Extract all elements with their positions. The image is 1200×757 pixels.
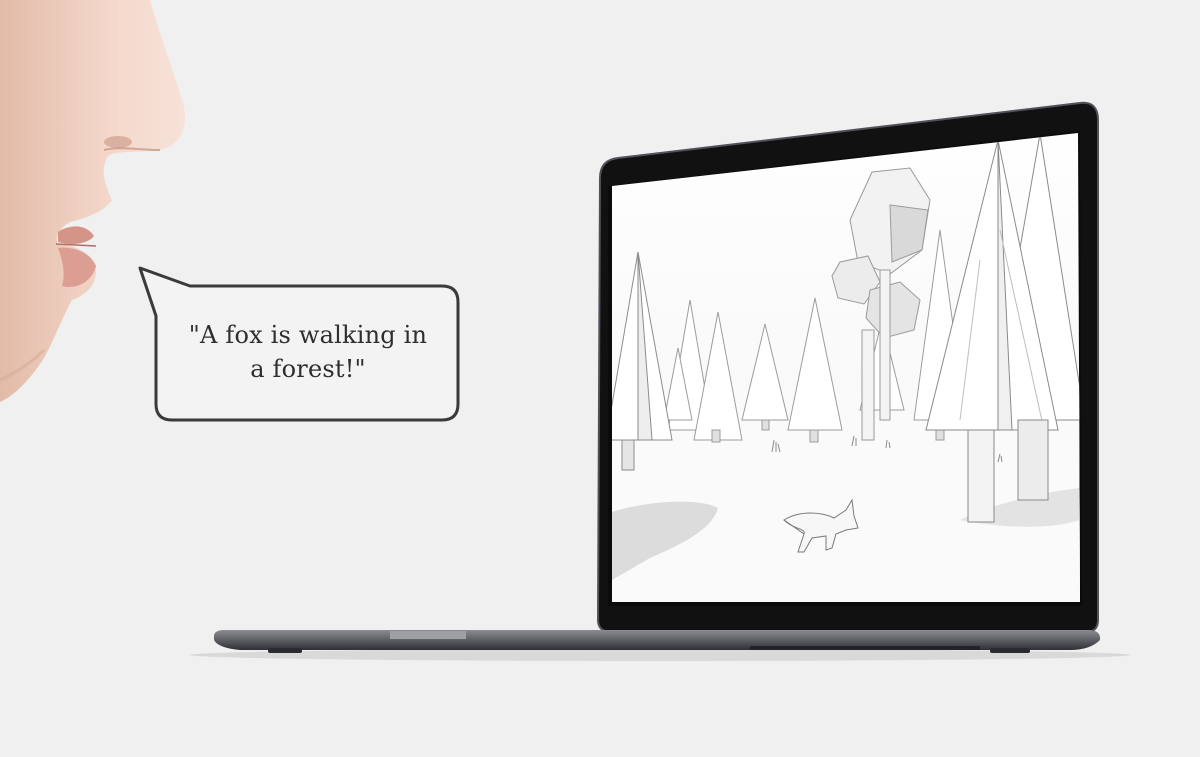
speech-line-2: a forest!" — [250, 355, 366, 383]
speech-bubble-text: "A fox is walking in a forest!" — [160, 318, 456, 386]
speech-line-1: "A fox is walking in — [188, 321, 428, 349]
